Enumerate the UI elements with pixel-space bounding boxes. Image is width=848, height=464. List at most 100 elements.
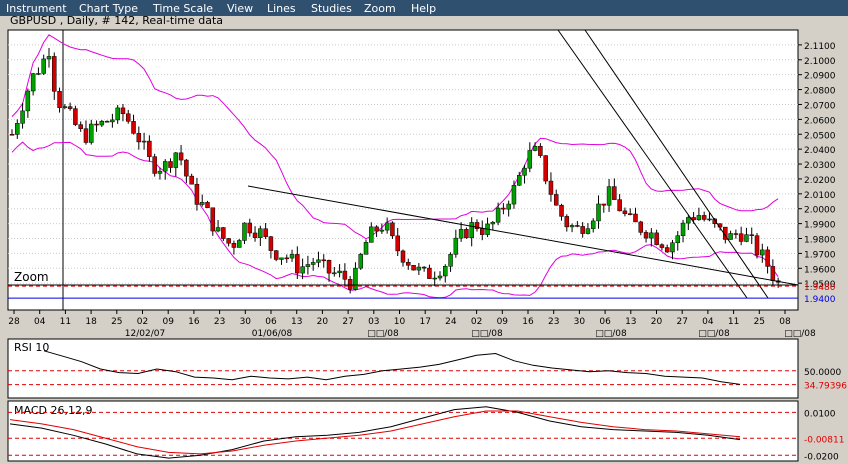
candle-body bbox=[173, 152, 179, 168]
candle-body bbox=[384, 222, 390, 231]
candle-body bbox=[749, 234, 754, 236]
candle-body bbox=[73, 108, 78, 125]
date-group-label: □□/08 bbox=[471, 329, 503, 339]
candle-body bbox=[390, 222, 395, 237]
candle-body bbox=[99, 120, 105, 126]
candle-body bbox=[242, 222, 247, 241]
candle-body bbox=[305, 264, 311, 267]
candle-body bbox=[754, 235, 760, 256]
candle-body bbox=[601, 203, 607, 206]
candle-body bbox=[252, 232, 258, 238]
candle-body bbox=[411, 265, 416, 271]
date-group-label: 01/06/08 bbox=[252, 329, 293, 339]
macd-level-label: 0.0100 bbox=[804, 409, 836, 419]
candle-body bbox=[469, 222, 474, 238]
candle-body bbox=[760, 249, 765, 256]
candle-body bbox=[596, 203, 601, 222]
date-tick-label: 16 bbox=[522, 317, 534, 327]
candle-body bbox=[178, 152, 184, 161]
candle-body bbox=[342, 270, 348, 280]
candle-body bbox=[490, 221, 496, 225]
candle-body bbox=[633, 213, 638, 223]
price-tick-label: 2.1000 bbox=[804, 57, 836, 67]
rsi-level-label: 34.79396 bbox=[804, 382, 847, 392]
menu-studies[interactable]: Studies bbox=[311, 2, 352, 15]
candle-body bbox=[94, 123, 99, 126]
menu-instrument[interactable]: Instrument bbox=[6, 2, 67, 15]
date-group-label: □□/08 bbox=[784, 329, 816, 339]
candle-body bbox=[654, 232, 659, 245]
candle-body bbox=[268, 236, 274, 251]
candle-body bbox=[421, 266, 427, 269]
candle-body bbox=[675, 235, 681, 243]
candle-body bbox=[437, 275, 443, 279]
candle-body bbox=[379, 229, 385, 232]
candle-body bbox=[310, 262, 316, 265]
date-tick-label: 02 bbox=[471, 317, 482, 327]
candle-body bbox=[770, 266, 776, 281]
zoom-label[interactable]: Zoom bbox=[14, 270, 49, 284]
candle-body bbox=[464, 229, 469, 238]
date-tick-label: 08 bbox=[779, 317, 791, 327]
candle-body bbox=[36, 73, 41, 75]
price-tick-label: 1.9900 bbox=[804, 221, 836, 231]
menu-help[interactable]: Help bbox=[411, 2, 436, 15]
menu-chart-type[interactable]: Chart Type bbox=[79, 2, 138, 15]
date-tick-label: 16 bbox=[188, 317, 200, 327]
price-panel[interactable] bbox=[7, 29, 799, 311]
candle-body bbox=[136, 133, 142, 143]
menu-zoom[interactable]: Zoom bbox=[364, 2, 396, 15]
candle-body bbox=[612, 186, 617, 200]
candle-body bbox=[141, 140, 147, 143]
candle-body bbox=[115, 107, 120, 121]
price-level-label: 1.9480 bbox=[804, 283, 836, 293]
price-tick-label: 2.0800 bbox=[804, 87, 836, 97]
candle-body bbox=[332, 272, 337, 275]
date-group-label: □□/08 bbox=[595, 329, 627, 339]
candle-body bbox=[416, 266, 422, 271]
candle-body bbox=[279, 257, 284, 260]
candle-body bbox=[453, 237, 459, 255]
date-tick-label: 28 bbox=[8, 317, 20, 327]
price-tick-label: 2.0300 bbox=[804, 161, 836, 171]
candle-body bbox=[585, 228, 591, 234]
candle-body bbox=[696, 215, 702, 221]
candle-body bbox=[184, 159, 189, 177]
candle-body bbox=[284, 257, 290, 260]
candle-body bbox=[522, 167, 527, 176]
chart-canvas[interactable]: GBPUSD , Daily, # 142, Real-time data 2.… bbox=[0, 14, 848, 464]
date-tick-label: 13 bbox=[291, 317, 302, 327]
candle-body bbox=[120, 107, 126, 115]
candle-body bbox=[205, 202, 210, 209]
candle-body bbox=[501, 207, 506, 210]
candle-body bbox=[131, 121, 136, 134]
candle-body bbox=[221, 227, 226, 239]
candle-body bbox=[358, 254, 363, 269]
candle-body bbox=[83, 128, 89, 143]
candle-body bbox=[738, 233, 744, 242]
date-tick-label: 03 bbox=[368, 317, 379, 327]
price-panel-title: GBPUSD , Daily, # 142, Real-time data bbox=[10, 16, 223, 27]
menu-lines[interactable]: Lines bbox=[267, 2, 296, 15]
candle-body bbox=[263, 228, 268, 237]
candle-body bbox=[316, 259, 321, 263]
date-tick-label: 23 bbox=[214, 317, 225, 327]
candle-body bbox=[553, 194, 559, 206]
date-tick-label: 23 bbox=[548, 317, 559, 327]
menu-view[interactable]: View bbox=[227, 2, 253, 15]
date-tick-label: 06 bbox=[265, 317, 277, 327]
menu-time-scale[interactable]: Time Scale bbox=[153, 2, 213, 15]
candle-body bbox=[9, 134, 15, 136]
candle-body bbox=[189, 175, 194, 185]
price-tick-label: 1.9700 bbox=[804, 250, 836, 260]
candle-body bbox=[210, 207, 216, 232]
candle-body bbox=[590, 220, 596, 229]
date-tick-label: 27 bbox=[342, 317, 353, 327]
date-tick-label: 27 bbox=[676, 317, 687, 327]
price-tick-label: 2.0600 bbox=[804, 116, 836, 126]
candle-body bbox=[104, 120, 110, 123]
candle-body bbox=[369, 226, 374, 243]
candle-body bbox=[231, 243, 237, 248]
candle-body bbox=[516, 175, 522, 186]
date-tick-label: 18 bbox=[85, 317, 97, 327]
